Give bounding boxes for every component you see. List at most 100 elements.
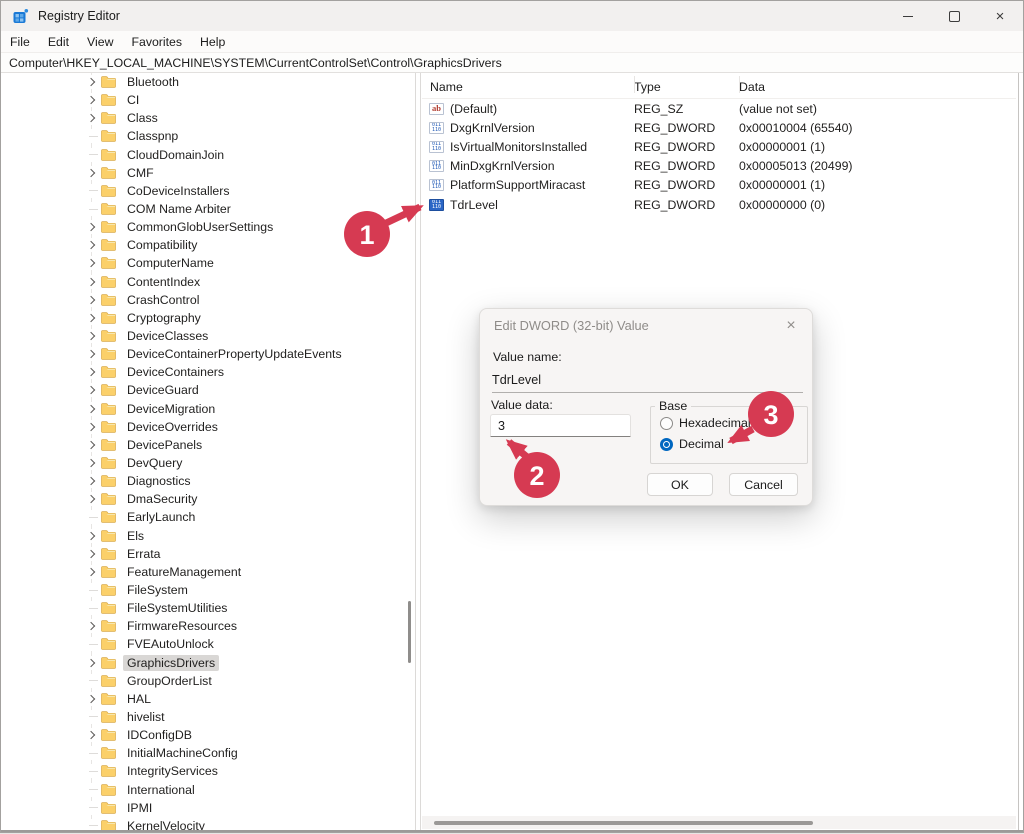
chevron-right-icon[interactable] [85, 420, 98, 434]
tree-item-computername[interactable]: ComputerName [2, 254, 414, 272]
tree-item-devicepanels[interactable]: DevicePanels [2, 436, 414, 454]
tree-item-idconfigdb[interactable]: IDConfigDB [2, 726, 414, 744]
tree-item-class[interactable]: Class [2, 109, 414, 127]
tree-item-devquery[interactable]: DevQuery [2, 454, 414, 472]
tree-item-hivelist[interactable]: hivelist [2, 708, 414, 726]
chevron-right-icon[interactable] [85, 347, 98, 361]
tree-item-graphicsdrivers[interactable]: GraphicsDrivers [2, 654, 414, 672]
chevron-right-icon[interactable] [85, 402, 98, 416]
tree-item-firmwareresources[interactable]: FirmwareResources [2, 617, 414, 635]
tree-item-commonglobusersettings[interactable]: CommonGlobUserSettings [2, 218, 414, 236]
chevron-right-icon[interactable] [85, 365, 98, 379]
radio-decimal[interactable]: Decimal [660, 437, 724, 451]
chevron-right-icon[interactable] [85, 692, 98, 706]
menu-file[interactable]: File [10, 35, 30, 49]
tree-item-contentindex[interactable]: ContentIndex [2, 273, 414, 291]
menu-edit[interactable]: Edit [48, 35, 69, 49]
column-header-data[interactable]: Data [739, 80, 1016, 94]
chevron-right-icon[interactable] [85, 529, 98, 543]
chevron-right-icon[interactable] [85, 619, 98, 633]
tree-item-filesystem[interactable]: FileSystem [2, 581, 414, 599]
tree-item-integrityservices[interactable]: IntegrityServices [2, 762, 414, 780]
chevron-right-icon[interactable] [85, 329, 98, 343]
close-button[interactable]: × [977, 1, 1023, 31]
menu-favorites[interactable]: Favorites [131, 35, 182, 49]
chevron-right-icon[interactable] [85, 565, 98, 579]
tree-item-diagnostics[interactable]: Diagnostics [2, 472, 414, 490]
chevron-right-icon[interactable] [85, 275, 98, 289]
column-separator[interactable] [739, 76, 740, 93]
value-row-mindxgkrnlversion[interactable]: 011110MinDxgKrnlVersionREG_DWORD0x000050… [422, 157, 1016, 176]
address-bar[interactable]: Computer\HKEY_LOCAL_MACHINE\SYSTEM\Curre… [1, 52, 1023, 73]
chevron-right-icon[interactable] [85, 547, 98, 561]
chevron-right-icon[interactable] [85, 293, 98, 307]
tree-item-hal[interactable]: HAL [2, 690, 414, 708]
pane-divider[interactable] [415, 73, 416, 830]
tree-item-dmasecurity[interactable]: DmaSecurity [2, 490, 414, 508]
menu-help[interactable]: Help [200, 35, 225, 49]
column-header-type[interactable]: Type [634, 80, 739, 94]
tree-item-grouporderlist[interactable]: GroupOrderList [2, 672, 414, 690]
chevron-right-icon[interactable] [85, 311, 98, 325]
chevron-right-icon[interactable] [85, 166, 98, 180]
chevron-right-icon[interactable] [85, 238, 98, 252]
tree-item-bluetooth[interactable]: Bluetooth [2, 73, 414, 91]
cancel-button[interactable]: Cancel [729, 473, 798, 496]
column-header-name[interactable]: Name [422, 80, 634, 94]
value-data-input[interactable]: 3 [490, 414, 631, 437]
menu-view[interactable]: View [87, 35, 113, 49]
tree-item-cmf[interactable]: CMF [2, 164, 414, 182]
tree-item-ci[interactable]: CI [2, 91, 414, 109]
tree-item-kernelvelocity[interactable]: KernelVelocity [2, 817, 414, 830]
value-row-platformsupportmiracast[interactable]: 011110PlatformSupportMiracastREG_DWORD0x… [422, 176, 1016, 195]
tree-scrollbar-thumb[interactable] [408, 601, 411, 663]
chevron-right-icon[interactable] [85, 474, 98, 488]
tree-item-deviceclasses[interactable]: DeviceClasses [2, 327, 414, 345]
tree-item-devicecontainers[interactable]: DeviceContainers [2, 363, 414, 381]
tree-item-com-name-arbiter[interactable]: COM Name Arbiter [2, 200, 414, 218]
radio-hexadecimal[interactable]: Hexadecimal [660, 416, 751, 430]
value-row--default-[interactable]: ab(Default)REG_SZ(value not set) [422, 99, 1016, 118]
chevron-right-icon[interactable] [85, 492, 98, 506]
tree-item-els[interactable]: Els [2, 527, 414, 545]
tree-item-crashcontrol[interactable]: CrashControl [2, 291, 414, 309]
dialog-close-button[interactable]: × [779, 314, 803, 338]
value-row-tdrlevel[interactable]: 011110TdrLevelREG_DWORD0x00000000 (0) [422, 195, 1016, 214]
tree-item-compatibility[interactable]: Compatibility [2, 236, 414, 254]
chevron-right-icon[interactable] [85, 111, 98, 125]
tree-item-errata[interactable]: Errata [2, 545, 414, 563]
chevron-right-icon[interactable] [85, 383, 98, 397]
tree-item-ipmi[interactable]: IPMI [2, 799, 414, 817]
value-name-field[interactable]: TdrLevel [492, 367, 803, 393]
tree-item-deviceguard[interactable]: DeviceGuard [2, 381, 414, 399]
tree-item-clouddomainjoin[interactable]: CloudDomainJoin [2, 146, 414, 164]
tree-item-earlylaunch[interactable]: EarlyLaunch [2, 508, 414, 526]
value-row-isvirtualmonitorsinstalled[interactable]: 011110IsVirtualMonitorsInstalledREG_DWOR… [422, 137, 1016, 156]
tree-item-codeviceinstallers[interactable]: CoDeviceInstallers [2, 182, 414, 200]
chevron-right-icon[interactable] [85, 456, 98, 470]
maximize-button[interactable] [931, 1, 977, 31]
horizontal-scrollbar-thumb[interactable] [434, 821, 813, 825]
minimize-button[interactable] [885, 1, 931, 31]
tree-item-devicecontainerpropertyupdateevents[interactable]: DeviceContainerPropertyUpdateEvents [2, 345, 414, 363]
right-scrollbar-track[interactable] [1018, 73, 1019, 830]
tree-item-devicemigration[interactable]: DeviceMigration [2, 400, 414, 418]
chevron-right-icon[interactable] [85, 256, 98, 270]
tree-item-cryptography[interactable]: Cryptography [2, 309, 414, 327]
tree-item-classpnp[interactable]: Classpnp [2, 127, 414, 145]
chevron-right-icon[interactable] [85, 220, 98, 234]
tree-item-filesystemutilities[interactable]: FileSystemUtilities [2, 599, 414, 617]
ok-button[interactable]: OK [647, 473, 713, 496]
chevron-right-icon[interactable] [85, 656, 98, 670]
chevron-right-icon[interactable] [85, 93, 98, 107]
tree-item-initialmachineconfig[interactable]: InitialMachineConfig [2, 744, 414, 762]
tree-item-fveautounlock[interactable]: FVEAutoUnlock [2, 635, 414, 653]
chevron-right-icon[interactable] [85, 438, 98, 452]
tree-item-featuremanagement[interactable]: FeatureManagement [2, 563, 414, 581]
column-separator[interactable] [634, 76, 635, 93]
tree-item-international[interactable]: International [2, 780, 414, 798]
tree-item-deviceoverrides[interactable]: DeviceOverrides [2, 418, 414, 436]
value-row-dxgkrnlversion[interactable]: 011110DxgKrnlVersionREG_DWORD0x00010004 … [422, 118, 1016, 137]
chevron-right-icon[interactable] [85, 75, 98, 89]
chevron-right-icon[interactable] [85, 728, 98, 742]
